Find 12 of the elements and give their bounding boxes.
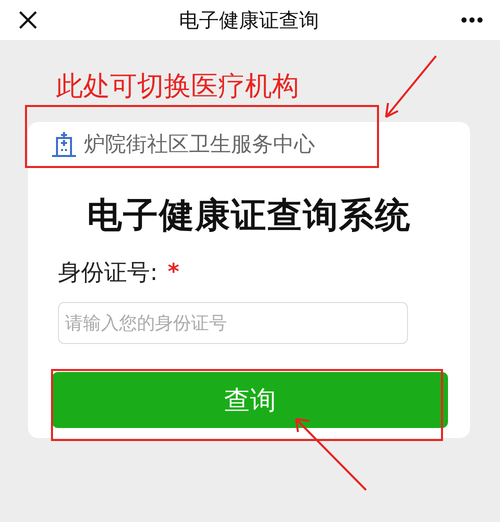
annotation-arrow: [385, 55, 437, 118]
form-title: 电子健康证查询系统: [86, 195, 412, 238]
close-icon[interactable]: [18, 10, 38, 30]
annotation-text: 此处可切换医疗机构: [56, 70, 299, 104]
query-button[interactable]: 查询: [52, 372, 448, 428]
window-title: 电子健康证查询: [179, 6, 319, 34]
id-number-field[interactable]: 请输入您的身份证号: [58, 302, 408, 344]
required-mark: *: [168, 260, 180, 285]
institution-name[interactable]: 炉院街社区卫生服务中心: [84, 130, 315, 158]
field-label: 身份证号:: [58, 259, 158, 288]
more-icon[interactable]: [460, 16, 484, 24]
hospital-icon: [50, 130, 78, 158]
